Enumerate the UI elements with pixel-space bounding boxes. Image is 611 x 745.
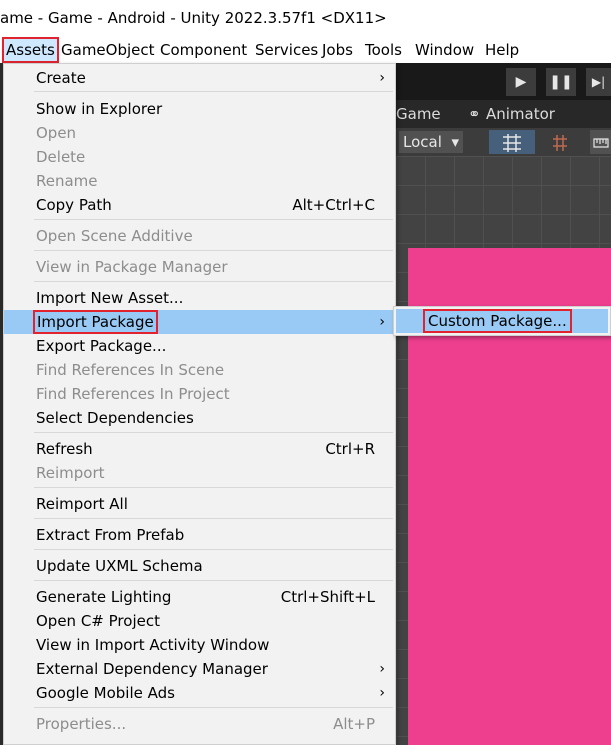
menu-separator [34,432,393,433]
menu-item-find-references-in-project[interactable]: Find References In Project [4,382,395,406]
pause-icon[interactable]: ❚❚ [546,68,576,96]
menu-separator [34,518,393,519]
menu-gameobject[interactable]: GameObject [61,37,155,63]
shortcut-label: Alt+P [333,715,375,733]
menu-separator [34,549,393,550]
ruler-icon[interactable] [590,130,611,154]
menu-item-reimport[interactable]: Reimport [4,461,395,485]
menu-separator [34,250,393,251]
menu-assets[interactable]: Assets [2,37,59,63]
menu-item-reimport-all[interactable]: Reimport All [4,492,395,516]
chevron-right-icon: › [379,70,385,86]
pivot-rotation-label: Local [403,133,442,151]
editor-tab-row: Game ⚭ Animator [396,100,611,128]
menu-item-import-new-asset[interactable]: Import New Asset... [4,286,395,310]
play-icon[interactable]: ▶ [506,68,536,96]
shortcut-label: Alt+Ctrl+C [292,196,375,214]
chevron-right-icon: › [379,685,385,701]
menu-services[interactable]: Services [255,37,318,63]
chevron-right-icon: › [379,661,385,677]
animator-icon: ⚭ [468,105,481,123]
menu-component[interactable]: Component [160,37,247,63]
tab-game[interactable]: Game [396,100,441,128]
menu-bar: Assets GameObject Component Services Job… [0,37,611,63]
menu-item-delete[interactable]: Delete [4,145,395,169]
menu-separator [34,281,393,282]
menu-item-export-package[interactable]: Export Package... [4,334,395,358]
menu-item-create[interactable]: Create › [4,66,395,90]
menu-item-find-references-in-scene[interactable]: Find References In Scene [4,358,395,382]
editor-toolbar [396,63,611,100]
menu-separator [34,580,393,581]
assets-menu: Create › Show in Explorer Open Delete Re… [3,63,396,745]
menu-item-copy-path[interactable]: Copy Path Alt+Ctrl+C [4,193,395,217]
step-icon[interactable]: ▶| [586,68,611,96]
menu-item-custom-package[interactable]: Custom Package... [396,309,608,333]
tab-animator[interactable]: Animator [486,100,555,128]
menu-item-show-in-explorer[interactable]: Show in Explorer [4,97,395,121]
menu-item-import-package[interactable]: Import Package › [4,310,395,334]
increment-snap-icon[interactable] [539,130,585,154]
grid-snap-icon[interactable] [489,130,535,154]
menu-item-open-scene-additive[interactable]: Open Scene Additive [4,224,395,248]
menu-separator [34,91,393,92]
menu-item-view-in-import-activity-window[interactable]: View in Import Activity Window [4,633,395,657]
menu-tools[interactable]: Tools [365,37,402,63]
menu-window[interactable]: Window [415,37,474,63]
menu-item-extract-from-prefab[interactable]: Extract From Prefab [4,523,395,547]
menu-separator [34,487,393,488]
shortcut-label: Ctrl+Shift+L [280,588,375,606]
pivot-rotation-dropdown[interactable]: Local ▾ [399,131,463,153]
import-package-submenu: Custom Package... [393,306,611,336]
menu-separator [34,219,393,220]
menu-help[interactable]: Help [485,37,519,63]
menu-item-open-csharp-project[interactable]: Open C# Project [4,609,395,633]
menu-item-properties[interactable]: Properties... Alt+P [4,712,395,736]
menu-item-update-uxml-schema[interactable]: Update UXML Schema [4,554,395,578]
window-title: ame - Game - Android - Unity 2022.3.57f1… [0,0,611,37]
menu-item-generate-lighting[interactable]: Generate Lighting Ctrl+Shift+L [4,585,395,609]
menu-item-view-in-package-manager[interactable]: View in Package Manager [4,255,395,279]
menu-item-select-dependencies[interactable]: Select Dependencies [4,406,395,430]
menu-item-open[interactable]: Open [4,121,395,145]
menu-item-rename[interactable]: Rename [4,169,395,193]
chevron-down-icon: ▾ [451,133,459,151]
menu-jobs[interactable]: Jobs [322,37,353,63]
menu-separator [34,707,393,708]
menu-item-refresh[interactable]: Refresh Ctrl+R [4,437,395,461]
shortcut-label: Ctrl+R [325,440,375,458]
menu-item-google-mobile-ads[interactable]: Google Mobile Ads › [4,681,395,705]
chevron-right-icon: › [379,314,385,330]
menu-item-external-dependency-manager[interactable]: External Dependency Manager › [4,657,395,681]
